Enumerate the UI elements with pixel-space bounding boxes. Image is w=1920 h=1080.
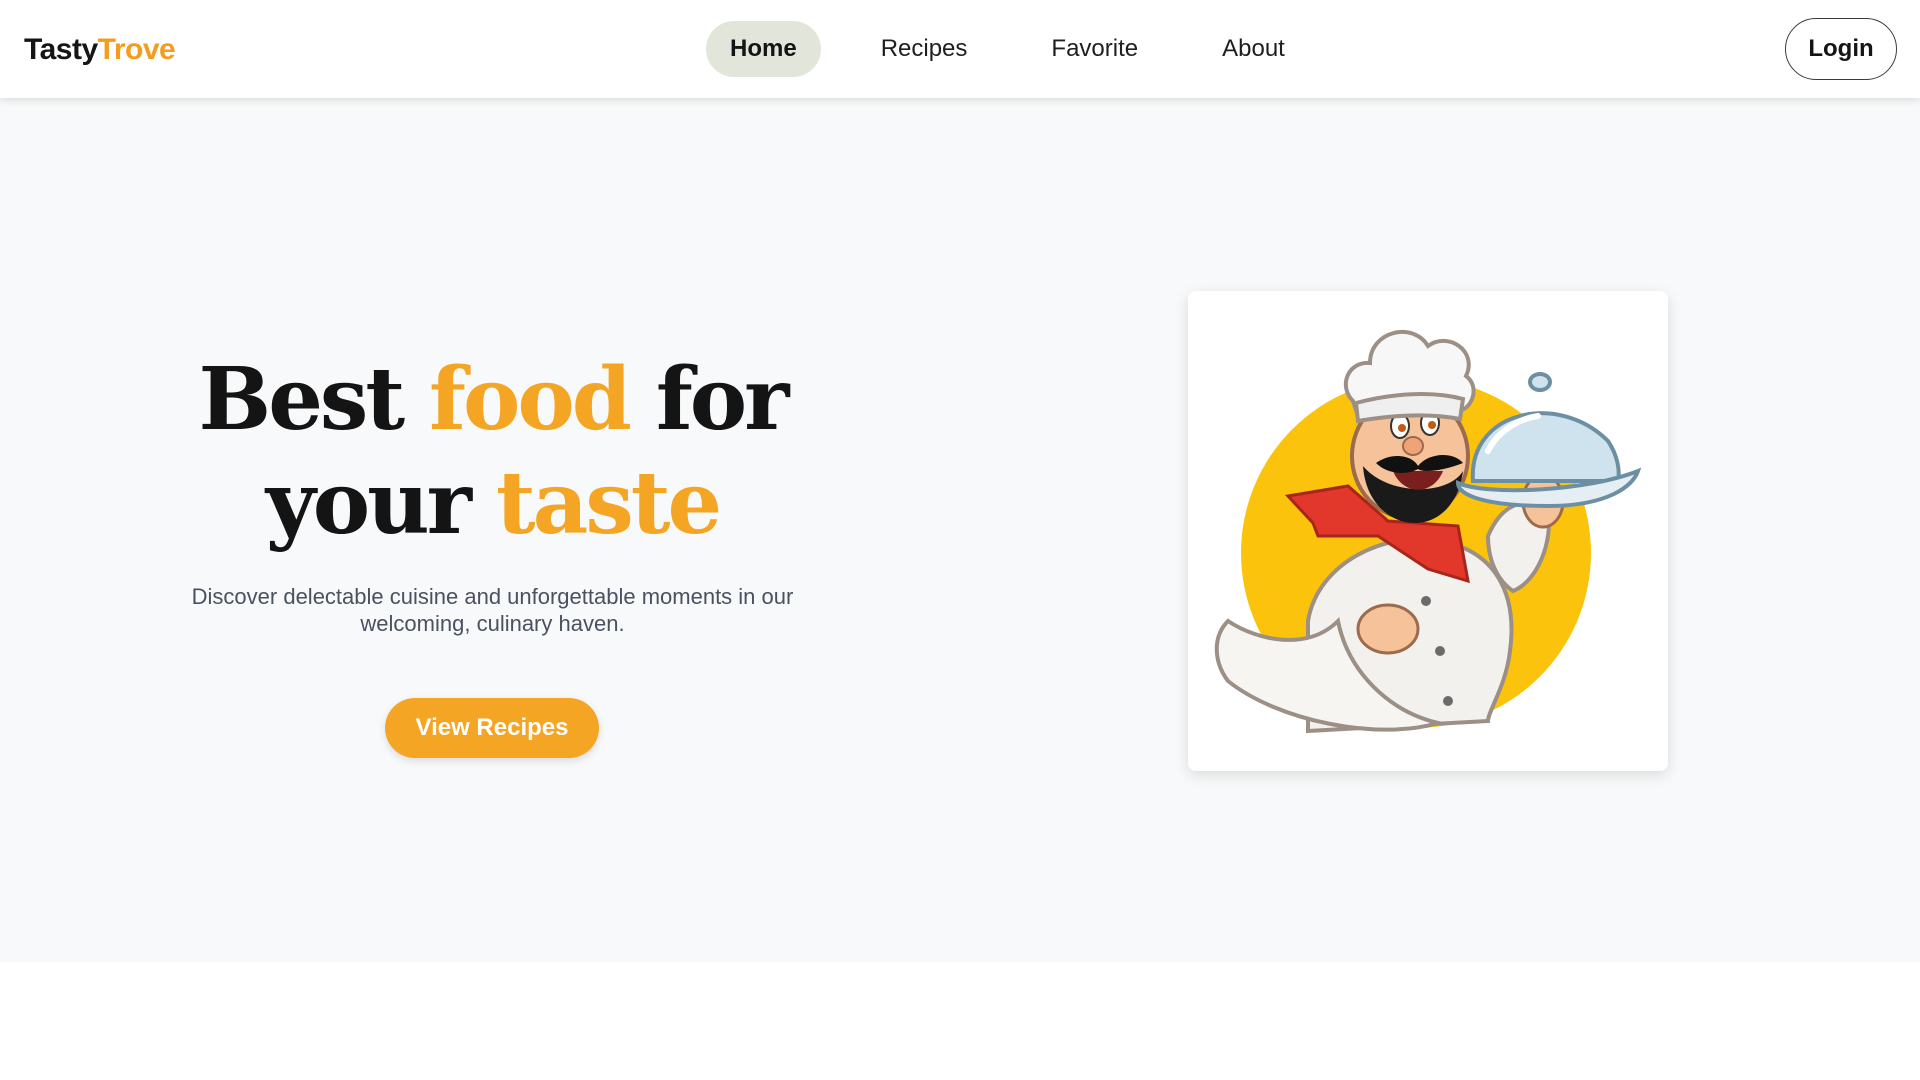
- brand-logo-part1: Tasty: [24, 33, 98, 66]
- hero-title-accent-taste: taste: [495, 453, 722, 554]
- hero-image-card: [1188, 291, 1668, 771]
- hero-title: Best food for your taste: [120, 348, 865, 556]
- chef-mascot-illustration: [1214, 329, 1642, 734]
- login-button[interactable]: Login: [1785, 18, 1897, 80]
- hero-section: Best food for your taste Discover delect…: [0, 98, 1920, 962]
- nav-item-home[interactable]: Home: [706, 21, 821, 77]
- nav-item-about[interactable]: About: [1198, 21, 1309, 77]
- hero-title-text: for: [628, 349, 790, 450]
- hero-description: Discover delectable cuisine and unforget…: [191, 584, 794, 636]
- nav-item-recipes[interactable]: Recipes: [857, 21, 992, 77]
- hero-title-text: your: [265, 453, 496, 554]
- brand-logo-part2: Trove: [97, 33, 176, 66]
- nav-item-favorite[interactable]: Favorite: [1027, 21, 1162, 77]
- hero-title-text: Best: [198, 349, 430, 450]
- top-navbar: TastyTrove Home Recipes Favorite About L…: [0, 0, 1920, 98]
- brand-logo[interactable]: TastyTrove: [24, 30, 176, 70]
- main-nav: Home Recipes Favorite About: [706, 21, 1309, 77]
- view-recipes-button[interactable]: View Recipes: [385, 698, 599, 758]
- hero-title-accent-food: food: [429, 349, 632, 450]
